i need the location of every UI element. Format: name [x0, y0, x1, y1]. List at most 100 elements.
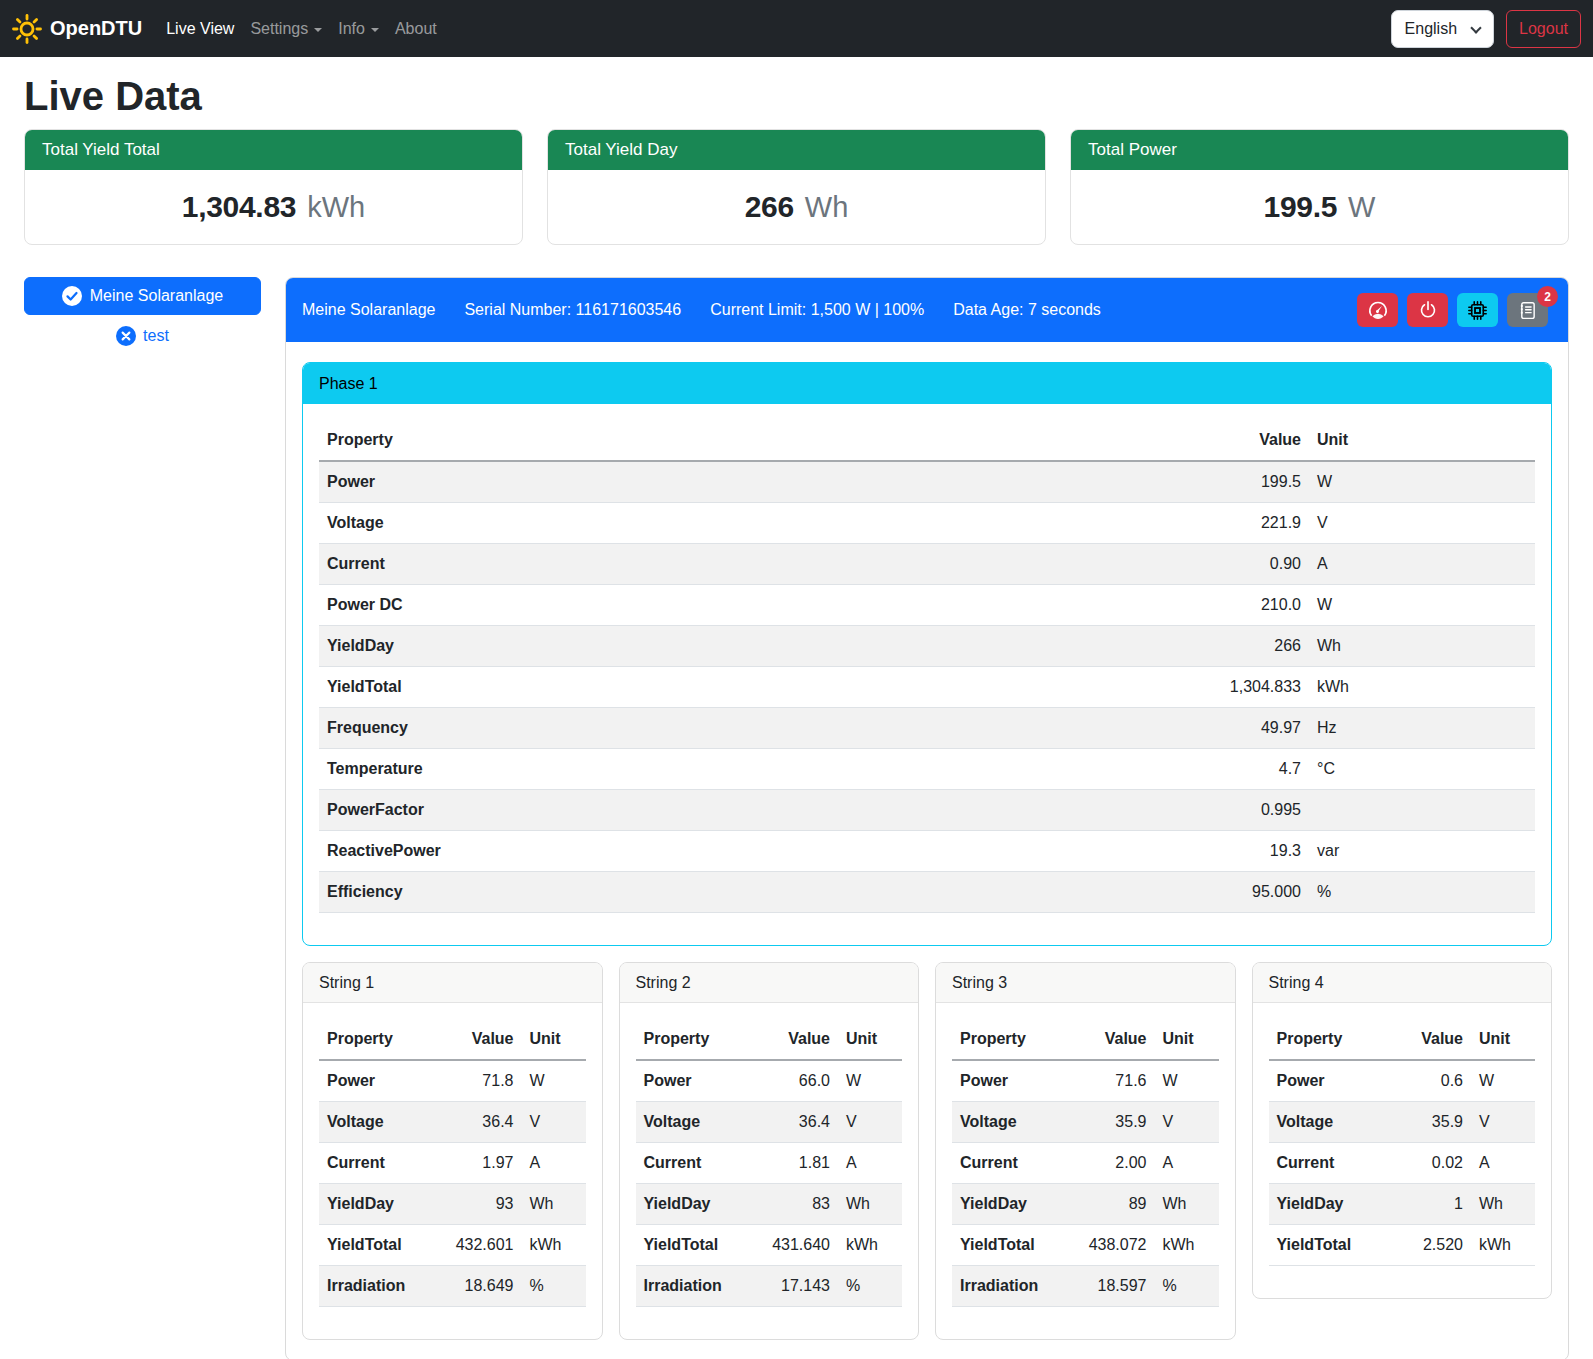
value-cell: 2.00 [1055, 1143, 1155, 1184]
nav-item-info[interactable]: Info [330, 12, 387, 46]
table-row-yieldday: YieldDay83Wh [636, 1184, 903, 1225]
unit-cell: W [1309, 585, 1535, 626]
table-row-current: Current0.02A [1269, 1143, 1536, 1184]
table-row-yieldtotal: YieldTotal2.520kWh [1269, 1225, 1536, 1266]
summary-card-body: 199.5W [1071, 170, 1568, 244]
test-link-label: test [143, 327, 169, 345]
value-cell: 95.000 [1149, 872, 1309, 913]
value-cell: 0.02 [1371, 1143, 1471, 1184]
summary-card-value: 1,304.83 [182, 190, 296, 224]
unit-cell: W [838, 1060, 902, 1102]
table-row-voltage: Voltage221.9V [319, 503, 1535, 544]
phase-card: Phase 1 PropertyValueUnitPower199.5WVolt… [302, 362, 1552, 946]
device-info-button[interactable] [1457, 293, 1498, 327]
journal-icon [1518, 301, 1537, 320]
unit-cell: A [1155, 1143, 1219, 1184]
unit-cell: W [522, 1060, 586, 1102]
property-cell: Power [319, 461, 1149, 503]
property-cell: Irradiation [319, 1266, 422, 1307]
property-cell: Voltage [636, 1102, 739, 1143]
page-title: Live Data [24, 74, 1569, 119]
summary-card-title: Total Yield Total [25, 130, 522, 170]
value-cell: 432.601 [422, 1225, 522, 1266]
table-row-irradiation: Irradiation17.143% [636, 1266, 903, 1307]
event-log-button[interactable]: 2 [1507, 293, 1548, 327]
property-cell: Irradiation [636, 1266, 739, 1307]
property-cell: Current [1269, 1143, 1372, 1184]
test-link[interactable]: test [24, 326, 261, 346]
string-card-body: PropertyValueUnitPower66.0WVoltage36.4VC… [620, 1003, 919, 1339]
column-header-value: Value [1371, 1019, 1471, 1060]
property-cell: Voltage [319, 1102, 422, 1143]
value-cell: 71.8 [422, 1060, 522, 1102]
value-cell: 1.97 [422, 1143, 522, 1184]
phase-card-header: Phase 1 [303, 363, 1551, 404]
summary-card-title: Total Yield Day [548, 130, 1045, 170]
table-row-current: Current0.90A [319, 544, 1535, 585]
value-cell: 1 [1371, 1184, 1471, 1225]
unit-cell: A [838, 1143, 902, 1184]
property-cell: Frequency [319, 708, 1149, 749]
unit-cell: % [522, 1266, 586, 1307]
summary-card-body: 266Wh [548, 170, 1045, 244]
unit-cell: Wh [838, 1184, 902, 1225]
power-button[interactable] [1407, 293, 1448, 327]
unit-cell: °C [1309, 749, 1535, 790]
nav-item-live-view[interactable]: Live View [158, 12, 242, 46]
serial-number: Serial Number: 116171603546 [464, 301, 681, 319]
summary-card-total-power: Total Power199.5W [1070, 129, 1569, 245]
app-title: OpenDTU [50, 17, 142, 40]
summary-card-total-yield-day: Total Yield Day266Wh [547, 129, 1046, 245]
property-cell: YieldTotal [1269, 1225, 1372, 1266]
summary-card-title: Total Power [1071, 130, 1568, 170]
property-cell: Current [636, 1143, 739, 1184]
column-header-value: Value [1055, 1019, 1155, 1060]
unit-cell [1309, 790, 1535, 831]
navbar: OpenDTU Live ViewSettingsInfoAbout Engli… [0, 0, 1593, 57]
sun-icon [12, 14, 42, 44]
nav-item-about[interactable]: About [387, 12, 445, 46]
value-cell: 89 [1055, 1184, 1155, 1225]
inverter-panel-col: Meine Solaranlage Serial Number: 1161716… [273, 277, 1581, 1359]
caret-down-icon [371, 28, 379, 32]
unit-cell: % [838, 1266, 902, 1307]
table-row-voltage: Voltage36.4V [636, 1102, 903, 1143]
column-header-value: Value [738, 1019, 838, 1060]
limit-settings-button[interactable] [1357, 293, 1398, 327]
string-table: PropertyValueUnitPower66.0WVoltage36.4VC… [636, 1019, 903, 1307]
table-row-frequency: Frequency49.97Hz [319, 708, 1535, 749]
caret-down-icon [314, 28, 322, 32]
column-header-unit: Unit [838, 1019, 902, 1060]
app-brand[interactable]: OpenDTU [12, 14, 142, 44]
string-card-header: String 4 [1253, 963, 1552, 1003]
nav-item-settings[interactable]: Settings [242, 12, 330, 46]
logout-button[interactable]: Logout [1506, 10, 1581, 48]
inverter-name-label: Meine Solaranlage [90, 287, 223, 305]
property-cell: Temperature [319, 749, 1149, 790]
table-row-power: Power0.6W [1269, 1060, 1536, 1102]
string-card-body: PropertyValueUnitPower0.6WVoltage35.9VCu… [1253, 1003, 1552, 1298]
value-cell: 199.5 [1149, 461, 1309, 503]
column-header-property: Property [319, 420, 1149, 461]
table-row-power: Power66.0W [636, 1060, 903, 1102]
language-select[interactable]: English [1391, 10, 1494, 48]
unit-cell: V [1309, 503, 1535, 544]
value-cell: 1,304.833 [1149, 667, 1309, 708]
inverter-select-button[interactable]: Meine Solaranlage [24, 277, 261, 315]
table-row-efficiency: Efficiency95.000% [319, 872, 1535, 913]
property-cell: YieldTotal [319, 667, 1149, 708]
strings-row: String 1PropertyValueUnitPower71.8WVolta… [302, 962, 1552, 1340]
unit-cell: Wh [1471, 1184, 1535, 1225]
power-icon [1418, 300, 1438, 320]
table-row-power: Power71.8W [319, 1060, 586, 1102]
unit-cell: V [1155, 1102, 1219, 1143]
inverter-name: Meine Solaranlage [302, 301, 435, 319]
string-card-header: String 3 [936, 963, 1235, 1003]
value-cell: 35.9 [1371, 1102, 1471, 1143]
summary-card-value: 266 [745, 190, 794, 224]
main-row: Meine Solaranlage test Meine Solaranlage… [0, 277, 1593, 1359]
string-card-string-1: String 1PropertyValueUnitPower71.8WVolta… [302, 962, 603, 1340]
column-header-property: Property [952, 1019, 1055, 1060]
unit-cell: Wh [1309, 626, 1535, 667]
table-row-yieldday: YieldDay266Wh [319, 626, 1535, 667]
